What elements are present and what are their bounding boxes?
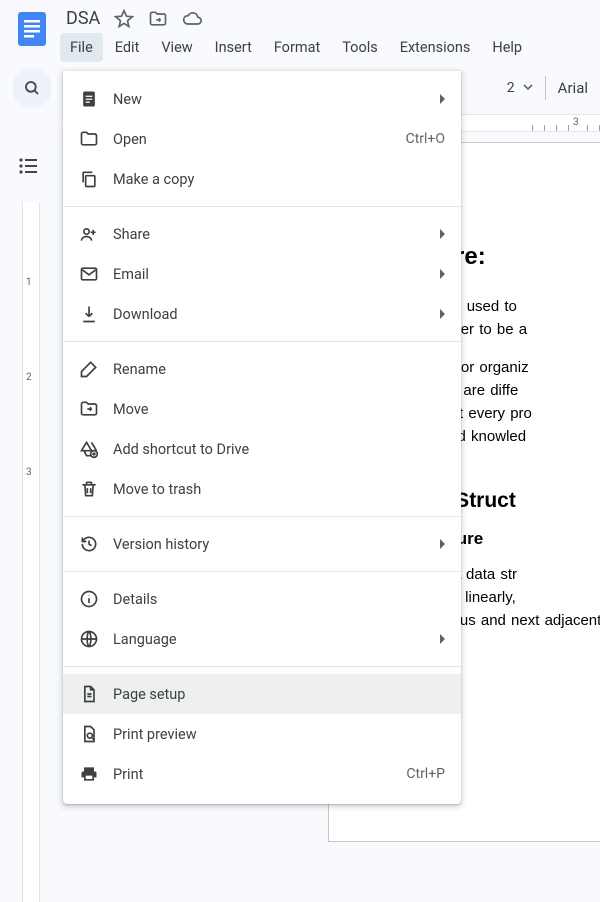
print-preview-icon [79, 724, 99, 744]
menu-item-add-shortcut[interactable]: Add shortcut to Drive [63, 429, 461, 469]
menu-item-language[interactable]: Language [63, 619, 461, 659]
menu-item-print[interactable]: Print Ctrl+P [63, 754, 461, 794]
menu-extensions[interactable]: Extensions [390, 33, 481, 62]
menu-item-print-preview[interactable]: Print preview [63, 714, 461, 754]
history-icon [79, 534, 99, 554]
shortcut-label: Ctrl+O [406, 131, 445, 147]
drive-shortcut-icon [79, 439, 99, 459]
globe-icon [79, 629, 99, 649]
docs-logo[interactable] [12, 8, 52, 48]
document-title[interactable]: DSA [66, 8, 100, 29]
ruler-number: 3 [573, 117, 579, 128]
print-icon [79, 764, 99, 784]
submenu-arrow-icon [440, 309, 445, 319]
submenu-arrow-icon [440, 539, 445, 549]
move-icon [79, 399, 99, 419]
menu-item-details[interactable]: Details [63, 579, 461, 619]
menu-edit[interactable]: Edit [105, 33, 150, 62]
page-setup-icon [79, 684, 99, 704]
menu-separator [63, 516, 461, 517]
outline-toggle[interactable] [0, 132, 58, 178]
submenu-arrow-icon [440, 229, 445, 239]
vertical-ruler[interactable]: 1 2 3 [22, 202, 40, 902]
cloud-saved-icon[interactable] [182, 9, 202, 29]
new-file-icon [79, 89, 99, 109]
share-icon [79, 224, 99, 244]
menu-file[interactable]: File [60, 33, 103, 62]
zoom-selector[interactable]: 2 [507, 80, 533, 96]
search-menus-button[interactable] [12, 68, 52, 108]
menubar: File Edit View Insert Format Tools Exten… [60, 29, 532, 62]
menu-item-move[interactable]: Move [63, 389, 461, 429]
copy-icon [79, 169, 99, 189]
menu-item-make-copy[interactable]: Make a copy [63, 159, 461, 199]
menu-item-version-history[interactable]: Version history [63, 524, 461, 564]
file-menu-dropdown: New Open Ctrl+O Make a copy Share Email [63, 71, 461, 804]
toolbar-divider [545, 76, 546, 100]
menu-separator [63, 341, 461, 342]
menu-insert[interactable]: Insert [205, 33, 262, 62]
menu-tools[interactable]: Tools [332, 33, 388, 62]
menu-item-open[interactable]: Open Ctrl+O [63, 119, 461, 159]
menu-separator [63, 571, 461, 572]
menu-help[interactable]: Help [482, 33, 532, 62]
info-icon [79, 589, 99, 609]
download-icon [79, 304, 99, 324]
zoom-value-fragment: 2 [507, 80, 515, 96]
menu-item-share[interactable]: Share [63, 214, 461, 254]
menu-separator [63, 666, 461, 667]
shortcut-label: Ctrl+P [406, 766, 445, 782]
submenu-arrow-icon [440, 269, 445, 279]
title-row: DSA [60, 8, 532, 29]
menu-separator [63, 206, 461, 207]
menu-item-download[interactable]: Download [63, 294, 461, 334]
menu-item-trash[interactable]: Move to trash [63, 469, 461, 509]
menu-item-page-setup[interactable]: Page setup [63, 674, 461, 714]
move-folder-icon[interactable] [148, 9, 168, 29]
submenu-arrow-icon [440, 94, 445, 104]
header: DSA File Edit View Insert Format Tools E… [0, 0, 600, 62]
menu-item-rename[interactable]: Rename [63, 349, 461, 389]
chevron-down-icon [523, 80, 533, 96]
trash-icon [79, 479, 99, 499]
menu-item-new[interactable]: New [63, 79, 461, 119]
menu-item-email[interactable]: Email [63, 254, 461, 294]
menu-view[interactable]: View [151, 33, 202, 62]
email-icon [79, 264, 99, 284]
submenu-arrow-icon [440, 634, 445, 644]
rename-icon [79, 359, 99, 379]
open-folder-icon [79, 129, 99, 149]
menu-format[interactable]: Format [264, 33, 330, 62]
font-selector[interactable]: Arial [558, 79, 588, 97]
star-icon[interactable] [114, 9, 134, 29]
